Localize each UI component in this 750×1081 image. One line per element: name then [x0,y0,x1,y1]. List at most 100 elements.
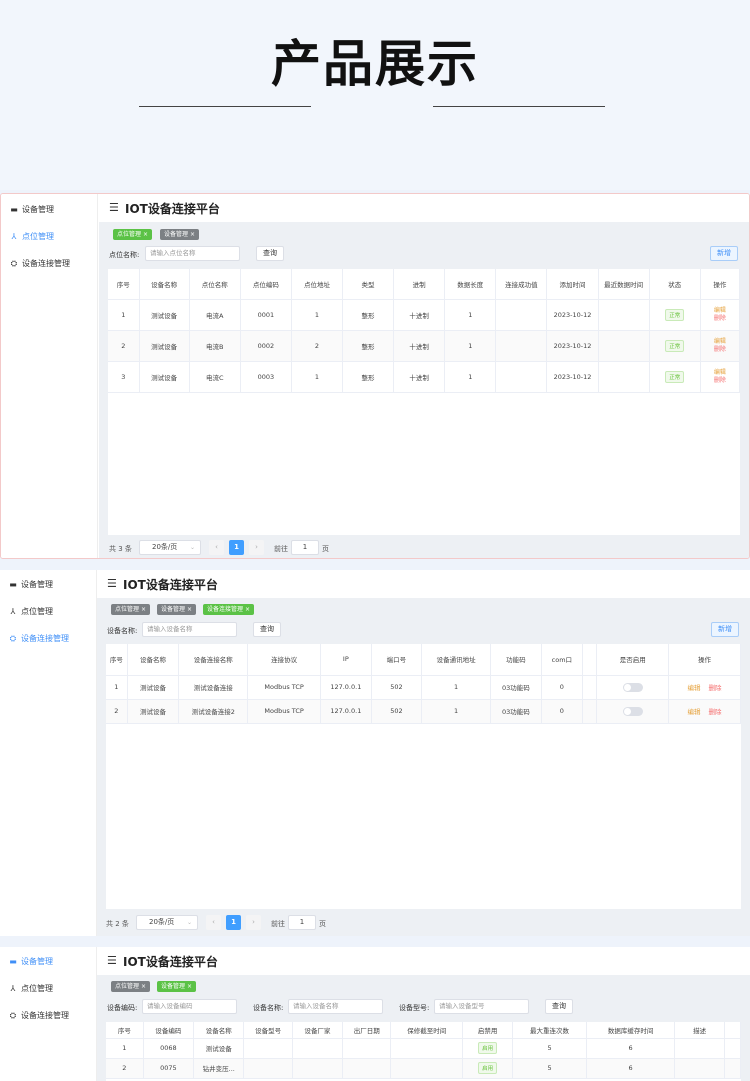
table-cell [342,1058,392,1079]
table-cell: Modbus TCP [247,675,322,700]
query-button[interactable]: 查询 [256,246,284,261]
tag-point-management[interactable]: 点位管理 × [113,229,152,240]
table-cell: 0002 [240,330,292,362]
close-icon[interactable]: × [141,983,146,990]
column-header: 进制 [393,269,446,300]
column-header: 点位地址 [291,269,344,300]
delete-link[interactable]: 删除 [709,706,722,716]
goto-label: 前往 [274,545,288,553]
tag-device-management[interactable]: 设备管理 × [160,229,199,240]
column-header: 序号 [106,1022,144,1039]
table-cell: 03功能码 [490,699,542,724]
close-icon[interactable]: × [141,606,146,613]
sidebar-item-device[interactable]: ▬ 设备管理 [8,579,53,590]
sidebar-item-point[interactable]: ⅄ 点位管理 [8,983,53,994]
point-table: 序号 设备名称 点位名称 点位编码 点位地址 类型 进制 数据长度 连接成功值 添加时间 最近数据时… [108,269,740,535]
sidebar-item-connection[interactable]: ⛭ 设备连接管理 [8,1010,69,1021]
tag-connection-management[interactable]: 设备连接管理 × [203,604,254,615]
prev-page-button[interactable]: ‹ [209,540,224,555]
edit-link[interactable]: 编辑 [702,307,738,315]
sidebar: ▬ 设备管理 ⅄ 点位管理 ⛭ 设备连接管理 [0,947,97,1081]
table-row: 2 0075 钻井变压... 启用 5 6 [106,1058,741,1079]
chevron-down-icon: ⌄ [186,919,192,926]
menu-fold-icon[interactable]: ☰ [107,954,117,967]
app-title: IOT设备连接平台 [123,578,218,592]
menu-fold-icon[interactable]: ☰ [109,201,119,214]
edit-link[interactable]: 编辑 [702,369,738,377]
screenshot-point-management: ▬ 设备管理 ⅄ 点位管理 ⛭ 设备连接管理 ☰ IOT设备连接平台 点位管理 × 设… [0,193,750,559]
device-name-input[interactable]: 请输入设备名称 [142,622,237,637]
sidebar-item-device[interactable]: ▬ 设备管理 [9,204,54,215]
goto-page-input[interactable]: 1 [291,540,319,555]
edit-link[interactable]: 编辑 [702,338,738,346]
hero-title: 产品展示 [271,35,479,93]
query-button[interactable]: 查询 [253,622,281,637]
column-header: 保修截至时间 [390,1022,463,1039]
page-size-select[interactable]: 20条/页 ⌄ [136,915,198,930]
delete-link[interactable]: 删除 [702,346,738,354]
goto-page-input[interactable]: 1 [288,915,316,930]
page-number[interactable]: 1 [229,540,244,555]
delete-link[interactable]: 删除 [702,315,738,323]
sidebar-item-connection[interactable]: ⛭ 设备连接管理 [8,633,69,644]
delete-link[interactable]: 删除 [709,682,722,692]
column-header: 设备编码 [143,1022,195,1039]
sidebar-item-device[interactable]: ▬ 设备管理 [8,956,53,967]
table-cell [342,1038,392,1059]
status-badge: 正常 [665,339,685,352]
enable-toggle[interactable] [622,682,643,692]
next-page-button[interactable]: › [246,915,261,930]
table-cell: 正常 [649,361,701,393]
page-size-select[interactable]: 20条/页 ⌄ [139,540,201,555]
point-name-input[interactable]: 请输入点位名称 [145,246,240,261]
delete-link[interactable]: 删除 [702,377,738,385]
table-cell [495,361,548,393]
actions-cell: 编辑 删除 [668,675,741,700]
sidebar-item-point[interactable]: ⅄ 点位管理 [8,606,53,617]
next-page-button[interactable]: › [249,540,264,555]
table-cell [582,675,598,700]
table-cell: 测试设备连接 [178,675,249,700]
close-icon[interactable]: × [187,606,192,613]
screenshot-connection-management: ▬ 设备管理 ⅄ 点位管理 ⛭ 设备连接管理 ☰ IOT设备连接平台 点位管理 × 设… [0,570,750,936]
enable-toggle[interactable] [622,706,643,716]
column-header: 描述 [674,1022,725,1039]
table-cell: 502 [371,699,423,724]
device-code-input[interactable]: 请输入设备编码 [142,999,237,1014]
edit-link[interactable]: 编辑 [688,682,701,692]
sidebar-item-connection[interactable]: ⛭ 设备连接管理 [9,258,70,269]
add-button[interactable]: 新增 [711,622,739,637]
sidebar-item-point[interactable]: ⅄ 点位管理 [9,231,54,242]
close-icon[interactable]: × [190,231,195,238]
prev-page-button[interactable]: ‹ [206,915,221,930]
table-cell: 整形 [342,330,395,362]
tag-device-management[interactable]: 设备管理 × [157,604,196,615]
status-badge: 启用 [478,1062,498,1074]
column-header: 状态 [649,269,701,300]
edit-link[interactable]: 编辑 [688,706,701,716]
tag-device-management[interactable]: 设备管理 × [157,981,196,992]
query-button[interactable]: 查询 [545,999,573,1014]
tag-point-management[interactable]: 点位管理 × [111,604,150,615]
column-header: 设备型号 [243,1022,293,1039]
table-cell: 1 [444,299,497,331]
tag-point-management[interactable]: 点位管理 × [111,981,150,992]
close-icon[interactable]: × [187,983,192,990]
device-model-input[interactable]: 请输入设备型号 [434,999,529,1014]
add-button[interactable]: 新增 [710,246,738,261]
table-cell: 启用 [462,1038,514,1059]
device-name-input[interactable]: 请输入设备名称 [288,999,383,1014]
table-cell: 3 [108,361,140,393]
menu-fold-icon[interactable]: ☰ [107,577,117,590]
search-label: 设备名称: [107,627,138,635]
goto-label: 前往 [271,920,285,928]
tags-view: 点位管理 × 设备管理 × [97,976,750,996]
column-header: 操作 [668,644,741,676]
table-cell: 5 [512,1038,587,1059]
page-number[interactable]: 1 [226,915,241,930]
column-header: 设备名称 [127,644,180,676]
table-cell: 1 [421,699,492,724]
table-cell: 正常 [649,330,701,362]
close-icon[interactable]: × [245,606,250,613]
close-icon[interactable]: × [143,231,148,238]
